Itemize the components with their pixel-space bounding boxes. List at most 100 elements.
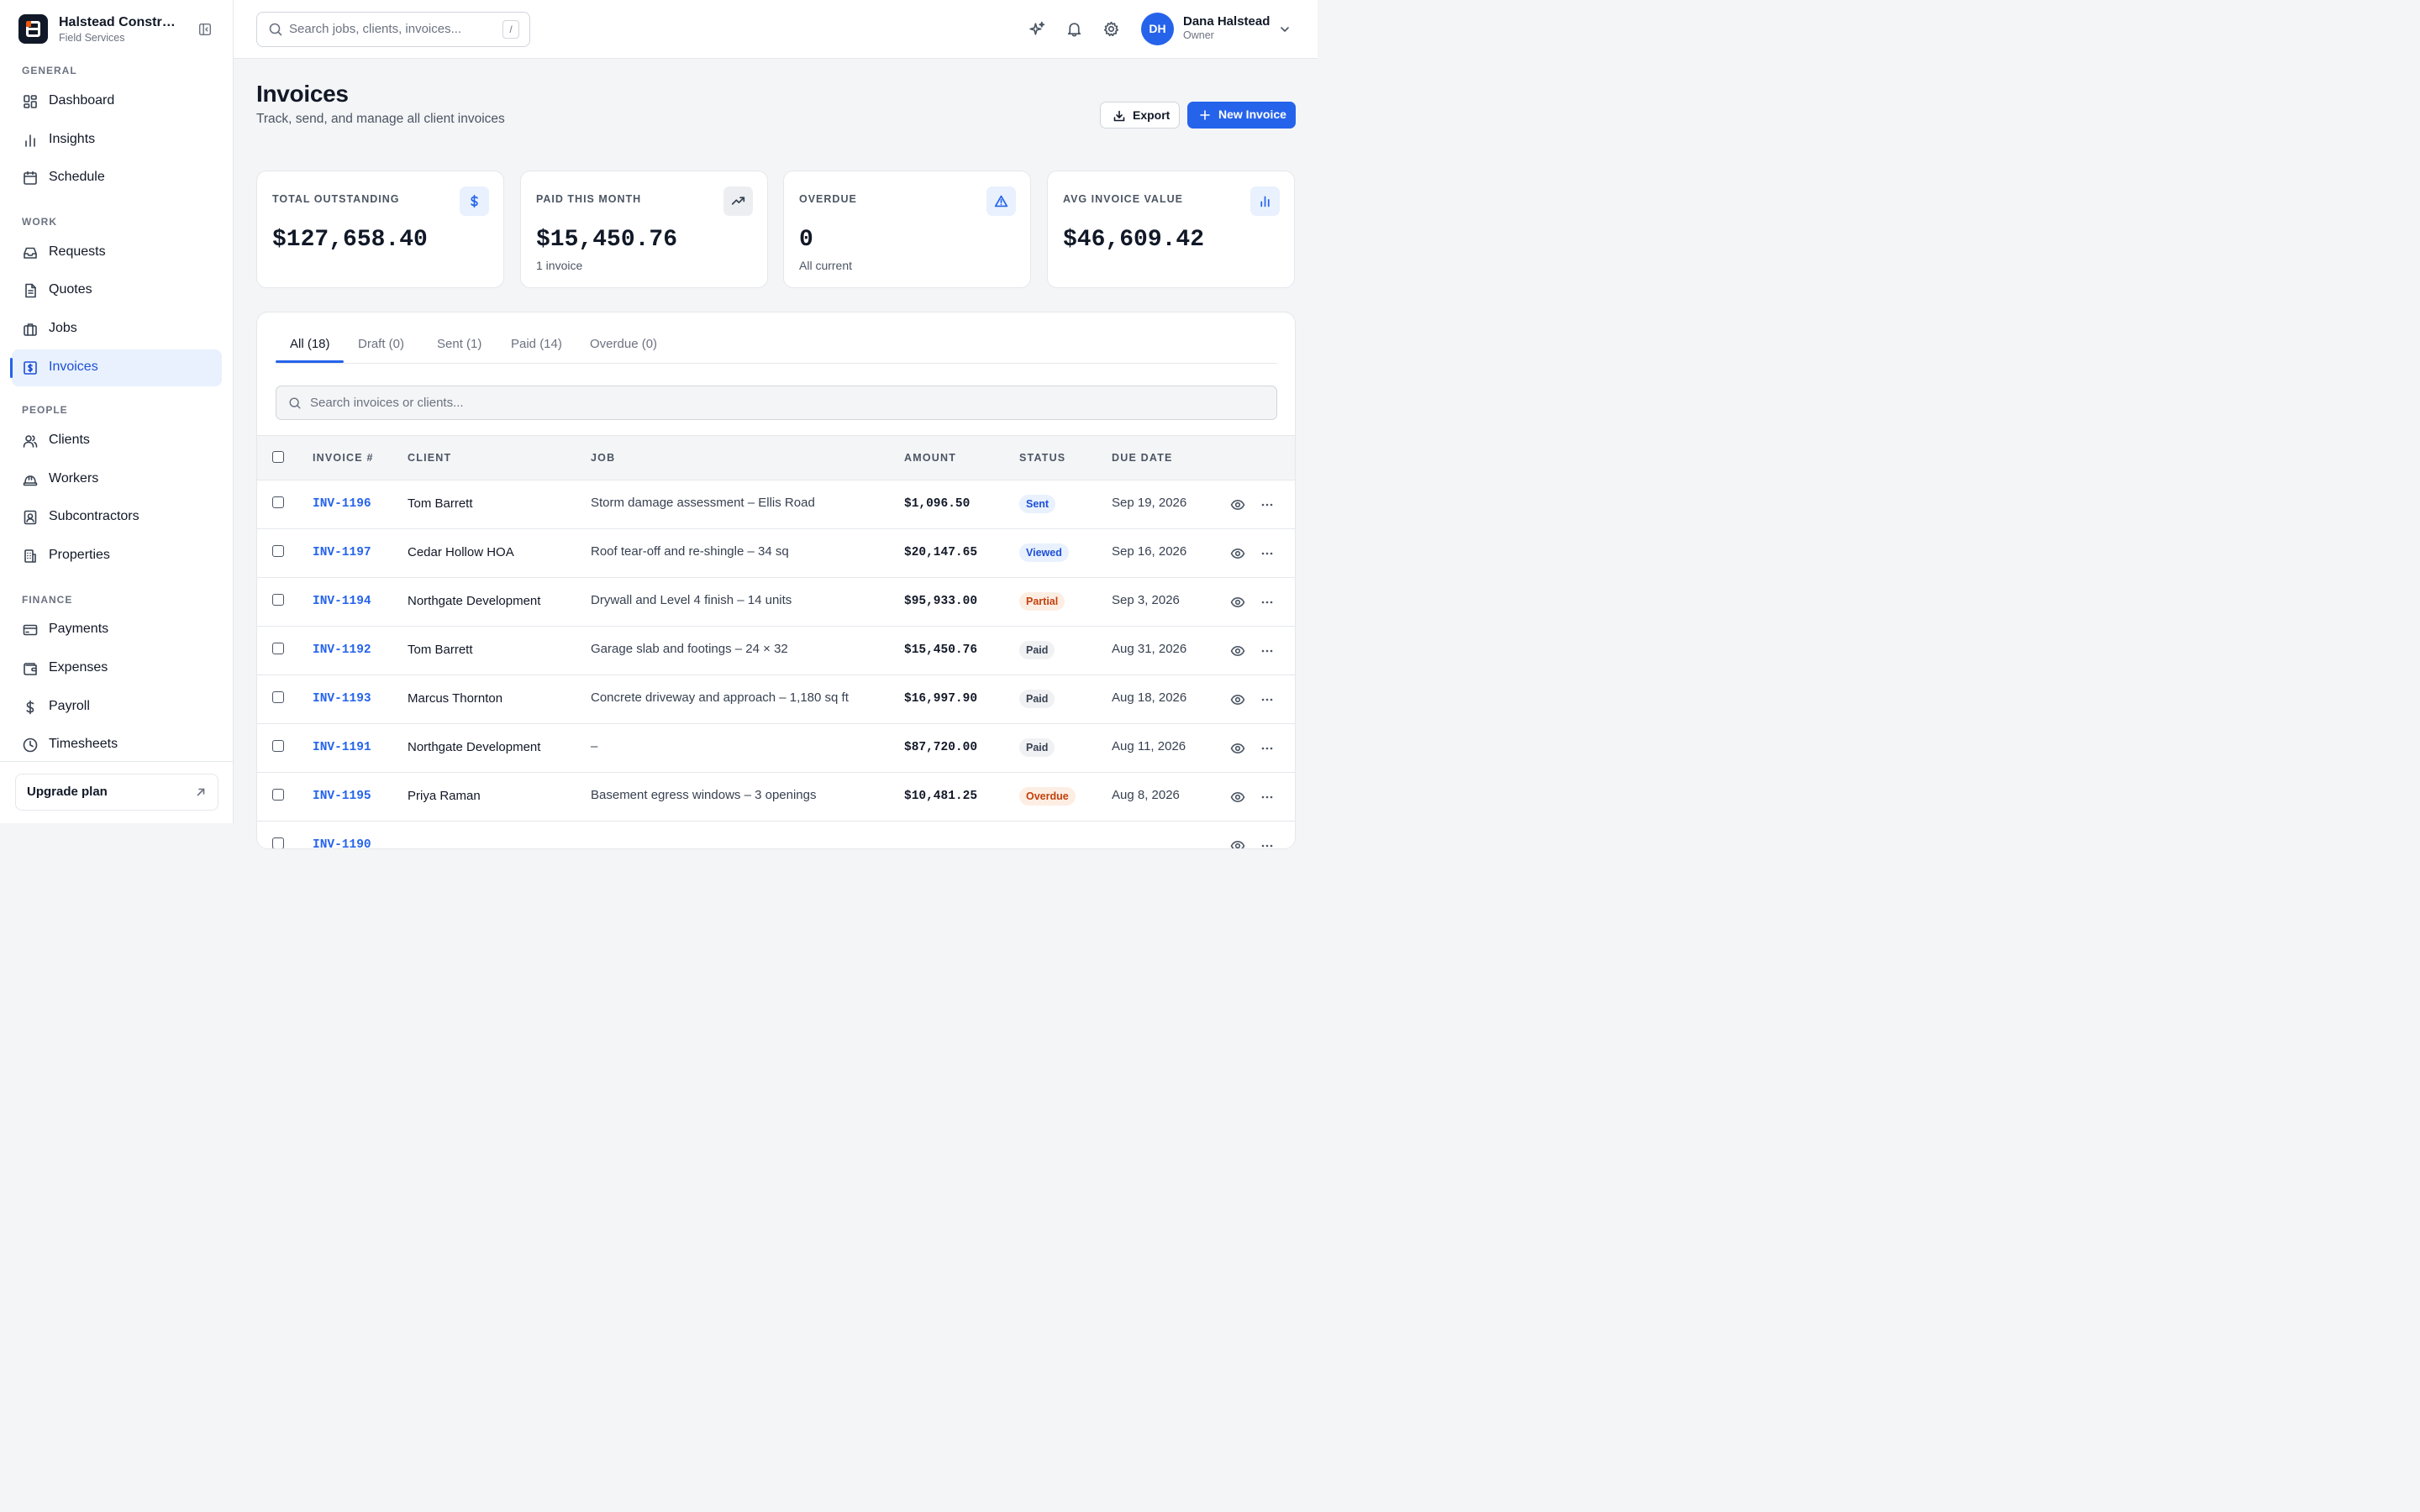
nav-section-people: PEOPLE bbox=[22, 404, 68, 416]
sidebar-item-payments[interactable]: Payments bbox=[12, 612, 222, 648]
tab-sent[interactable]: Sent (1) bbox=[437, 337, 481, 351]
table-row[interactable]: INV-1194 Northgate Development Drywall and… bbox=[257, 578, 1295, 627]
new-invoice-button[interactable]: New Invoice bbox=[1187, 102, 1296, 129]
export-button[interactable]: Export bbox=[1100, 102, 1180, 129]
table-row[interactable]: INV-1192 Tom Barrett Garage slab and footi… bbox=[257, 627, 1295, 675]
sidebar-item-schedule[interactable]: Schedule bbox=[12, 160, 222, 197]
sparkles-icon[interactable] bbox=[1028, 20, 1046, 38]
more-horizontal-icon[interactable] bbox=[1260, 497, 1275, 512]
sidebar-item-label: Invoices bbox=[49, 360, 98, 374]
page-subtitle: Track, send, and manage all client invoi… bbox=[256, 112, 505, 126]
avatar[interactable]: DH bbox=[1141, 13, 1174, 45]
eye-icon[interactable] bbox=[1230, 790, 1245, 805]
invoice-number-link[interactable]: INV-1193 bbox=[313, 692, 371, 706]
row-checkbox[interactable] bbox=[272, 740, 284, 752]
row-checkbox[interactable] bbox=[272, 643, 284, 654]
column-header-job[interactable]: JOB bbox=[591, 452, 615, 464]
eye-icon[interactable] bbox=[1230, 643, 1245, 659]
sidebar-item-invoices[interactable]: Invoices bbox=[10, 349, 222, 386]
user-name[interactable]: Dana Halstead bbox=[1183, 14, 1270, 29]
table-row[interactable]: INV-1191 Northgate Development – $87,720.00… bbox=[257, 724, 1295, 773]
eye-icon[interactable] bbox=[1230, 741, 1245, 756]
column-header-status[interactable]: STATUS bbox=[1019, 452, 1065, 464]
table-row[interactable]: INV-1190 bbox=[257, 822, 1295, 848]
gear-icon[interactable] bbox=[1102, 20, 1120, 38]
row-checkbox[interactable] bbox=[272, 496, 284, 508]
invoice-amount: $15,450.76 bbox=[904, 643, 978, 657]
invoice-search-input[interactable]: Search invoices or clients... bbox=[276, 386, 1277, 420]
arrow-up-right-icon bbox=[197, 788, 205, 796]
global-search-input[interactable]: Search jobs, clients, invoices... / bbox=[256, 12, 530, 47]
sidebar-item-quotes[interactable]: Quotes bbox=[12, 272, 222, 309]
sidebar-item-dashboard[interactable]: Dashboard bbox=[12, 83, 222, 120]
due-date: Sep 16, 2026 bbox=[1112, 544, 1187, 559]
table-row[interactable]: INV-1196 Tom Barrett Storm damage assessme… bbox=[257, 480, 1295, 529]
row-checkbox[interactable] bbox=[272, 837, 284, 848]
tab-paid[interactable]: Paid (14) bbox=[511, 337, 562, 351]
eye-icon[interactable] bbox=[1230, 595, 1245, 610]
brand[interactable]: Halstead Construction Field Services bbox=[18, 14, 220, 45]
more-horizontal-icon[interactable] bbox=[1260, 595, 1275, 610]
column-header-invoice[interactable]: INVOICE # bbox=[313, 452, 374, 464]
row-checkbox[interactable] bbox=[272, 691, 284, 703]
sidebar-item-insights[interactable]: Insights bbox=[12, 122, 222, 159]
invoice-number-link[interactable]: INV-1192 bbox=[313, 643, 371, 657]
tab-overdue[interactable]: Overdue (0) bbox=[590, 337, 657, 351]
download-icon bbox=[1113, 110, 1125, 122]
row-checkbox[interactable] bbox=[272, 545, 284, 557]
plus-icon bbox=[1200, 110, 1210, 120]
more-horizontal-icon[interactable] bbox=[1260, 643, 1275, 659]
collapse-sidebar-icon[interactable] bbox=[197, 22, 213, 37]
sidebar-item-timesheets[interactable]: Timesheets bbox=[12, 727, 222, 764]
table-row[interactable]: INV-1197 Cedar Hollow HOA Roof tear-off an… bbox=[257, 529, 1295, 578]
sidebar-item-requests[interactable]: Requests bbox=[12, 234, 222, 271]
eye-icon[interactable] bbox=[1230, 546, 1245, 561]
upgrade-plan-button[interactable]: Upgrade plan bbox=[15, 774, 218, 811]
invoice-number-link[interactable]: INV-1191 bbox=[313, 741, 371, 754]
sidebar-item-expenses[interactable]: Expenses bbox=[12, 650, 222, 687]
client-name: Marcus Thornton bbox=[408, 691, 503, 706]
column-header-due-date[interactable]: DUE DATE bbox=[1112, 452, 1173, 464]
sidebar-item-jobs[interactable]: Jobs bbox=[12, 311, 222, 348]
more-horizontal-icon[interactable] bbox=[1260, 838, 1275, 848]
sidebar-item-label: Workers bbox=[49, 471, 99, 486]
sidebar-item-properties[interactable]: Properties bbox=[12, 538, 222, 575]
invoice-number-link[interactable]: INV-1190 bbox=[313, 838, 371, 848]
eye-icon[interactable] bbox=[1230, 692, 1245, 707]
sidebar-item-subcontractors[interactable]: Subcontractors bbox=[12, 499, 222, 536]
chevron-down-icon[interactable] bbox=[1278, 23, 1292, 36]
invoice-number-link[interactable]: INV-1197 bbox=[313, 546, 371, 559]
sidebar-item-clients[interactable]: Clients bbox=[12, 423, 222, 459]
table-row[interactable]: INV-1195 Priya Raman Basement egress windo… bbox=[257, 773, 1295, 822]
page-title: Invoices bbox=[256, 81, 349, 107]
invoice-number-link[interactable]: INV-1194 bbox=[313, 595, 371, 608]
clock-icon bbox=[23, 738, 38, 753]
sidebar-item-label: Timesheets bbox=[49, 737, 118, 751]
select-all-checkbox[interactable] bbox=[272, 451, 284, 463]
bell-icon[interactable] bbox=[1065, 20, 1083, 38]
sidebar-item-payroll[interactable]: Payroll bbox=[12, 689, 222, 726]
invoice-amount: $16,997.90 bbox=[904, 692, 978, 706]
row-checkbox[interactable] bbox=[272, 594, 284, 606]
job-description: Storm damage assessment – Ellis Road bbox=[591, 496, 815, 510]
export-label: Export bbox=[1133, 108, 1171, 122]
more-horizontal-icon[interactable] bbox=[1260, 546, 1275, 561]
eye-icon[interactable] bbox=[1230, 497, 1245, 512]
tab-all[interactable]: All (18) bbox=[290, 337, 330, 351]
stat-label: AVG INVOICE VALUE bbox=[1063, 193, 1183, 205]
contact-card-icon bbox=[24, 510, 37, 525]
column-header-client[interactable]: CLIENT bbox=[408, 452, 451, 464]
more-horizontal-icon[interactable] bbox=[1260, 692, 1275, 707]
invoice-amount: $10,481.25 bbox=[904, 790, 978, 803]
row-checkbox[interactable] bbox=[272, 789, 284, 801]
more-horizontal-icon[interactable] bbox=[1260, 741, 1275, 756]
invoice-number-link[interactable]: INV-1196 bbox=[313, 497, 371, 511]
column-header-amount[interactable]: AMOUNT bbox=[904, 452, 956, 464]
invoice-number-link[interactable]: INV-1195 bbox=[313, 790, 371, 803]
tab-draft[interactable]: Draft (0) bbox=[358, 337, 404, 351]
sidebar-item-workers[interactable]: Workers bbox=[12, 461, 222, 498]
sidebar-item-label: Subcontractors bbox=[49, 509, 139, 523]
more-horizontal-icon[interactable] bbox=[1260, 790, 1275, 805]
table-row[interactable]: INV-1193 Marcus Thornton Concrete driveway… bbox=[257, 675, 1295, 724]
eye-icon[interactable] bbox=[1230, 838, 1245, 848]
